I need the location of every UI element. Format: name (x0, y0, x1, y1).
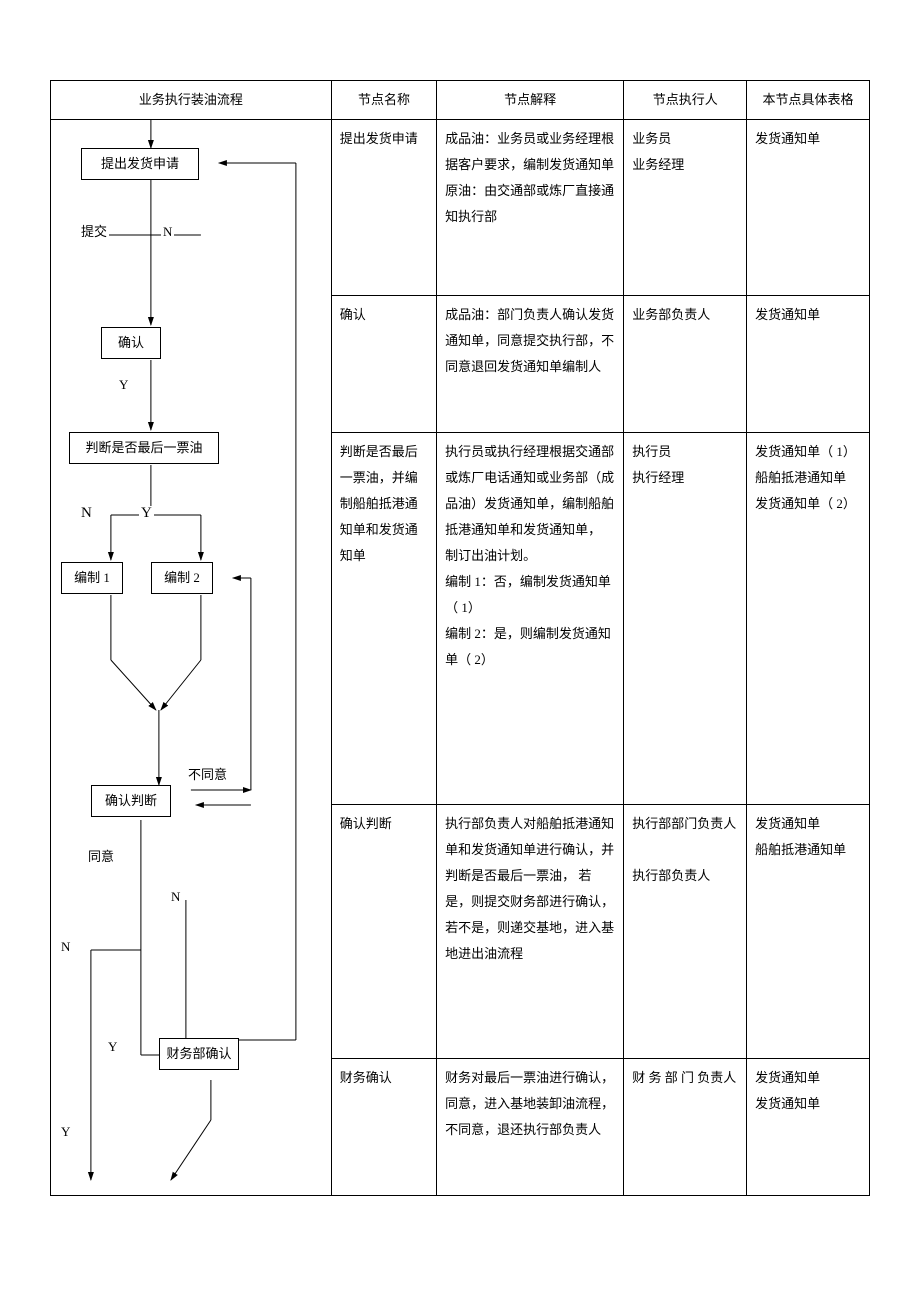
row3-exec: 执行部部门负责人 执行部负责人 (624, 804, 747, 1058)
label-n4: N (59, 940, 72, 953)
row2-exec: 执行员 执行经理 (624, 433, 747, 805)
row1-exec: 业务部负责人 (624, 296, 747, 433)
row0-node: 提出发货申请 (331, 120, 436, 296)
label-y2: Y (139, 506, 154, 521)
box-compile1-label: 编制 1 (74, 570, 110, 585)
row1-node: 确认 (331, 296, 436, 433)
box-apply-label: 提出发货申请 (101, 156, 179, 171)
label-disagree: 不同意 (186, 768, 229, 781)
row3-form: 发货通知单 船舶抵港通知单 (747, 804, 870, 1058)
row4-exec: 财 务 部 门 负责人 (624, 1059, 747, 1196)
box-judge: 判断是否最后一票油 (69, 432, 219, 464)
label-n1: N (161, 225, 174, 238)
row3-desc: 执行部负责人对船舶抵港通知单和发货通知单进行确认，并判断是否最后一票油， 若是，… (437, 804, 624, 1058)
header-node: 节点名称 (331, 81, 436, 120)
row1-form: 发货通知单 (747, 296, 870, 433)
box-finance: 财务部确认 (159, 1038, 239, 1070)
flowchart-cell: 提出发货申请 确认 判断是否最后一票油 编制 1 编制 2 确认判断 财务部确认… (51, 120, 332, 1196)
box-confirm-judge-label: 确认判断 (105, 793, 157, 808)
box-compile2-label: 编制 2 (164, 570, 200, 585)
row4-desc: 财务对最后一票油进行确认，同意，进入基地装卸油流程，不同意，退还执行部负责人 (437, 1059, 624, 1196)
header-flow: 业务执行装油流程 (51, 81, 332, 120)
row2-desc: 执行员或执行经理根据交通部或炼厂电话通知或业务部（成品油）发货通知单，编制船舶抵… (437, 433, 624, 805)
label-y3: Y (106, 1040, 119, 1053)
label-n3: N (169, 890, 182, 903)
row3-node: 确认判断 (331, 804, 436, 1058)
row4-node: 财务确认 (331, 1059, 436, 1196)
label-y1: Y (117, 378, 130, 391)
row2-form: 发货通知单（ 1） 船舶抵港通知单 发货通知单（ 2） (747, 433, 870, 805)
box-finance-label: 财务部确认 (166, 1046, 231, 1061)
flowchart-lines (51, 120, 331, 1195)
box-compile1: 编制 1 (61, 562, 123, 594)
row0-form: 发货通知单 (747, 120, 870, 296)
label-agree: 同意 (86, 850, 116, 863)
box-compile2: 编制 2 (151, 562, 213, 594)
row1-desc: 成品油：部门负责人确认发货通知单，同意提交执行部，不同意退回发货通知单编制人 (437, 296, 624, 433)
box-confirm-judge: 确认判断 (91, 785, 171, 817)
header-desc: 节点解释 (437, 81, 624, 120)
process-table: 业务执行装油流程 节点名称 节点解释 节点执行人 本节点具体表格 (50, 80, 870, 1196)
label-y4: Y (59, 1125, 72, 1138)
label-n2: N (79, 506, 94, 521)
box-confirm: 确认 (101, 327, 161, 359)
row0-exec: 业务员 业务经理 (624, 120, 747, 296)
row0-desc: 成品油：业务员或业务经理根据客户要求，编制发货通知单 原油：由交通部或炼厂直接通… (437, 120, 624, 296)
header-form: 本节点具体表格 (747, 81, 870, 120)
box-confirm-label: 确认 (118, 335, 144, 350)
row4-form: 发货通知单 发货通知单 (747, 1059, 870, 1196)
box-judge-label: 判断是否最后一票油 (85, 440, 202, 455)
flowchart-canvas: 提出发货申请 确认 判断是否最后一票油 编制 1 编制 2 确认判断 财务部确认… (51, 120, 331, 1195)
header-exec: 节点执行人 (624, 81, 747, 120)
row2-node: 判断是否最后一票油，并编制船舶抵港通知单和发货通知单 (331, 433, 436, 805)
label-submit: 提交 (79, 225, 109, 238)
box-apply: 提出发货申请 (81, 148, 199, 180)
